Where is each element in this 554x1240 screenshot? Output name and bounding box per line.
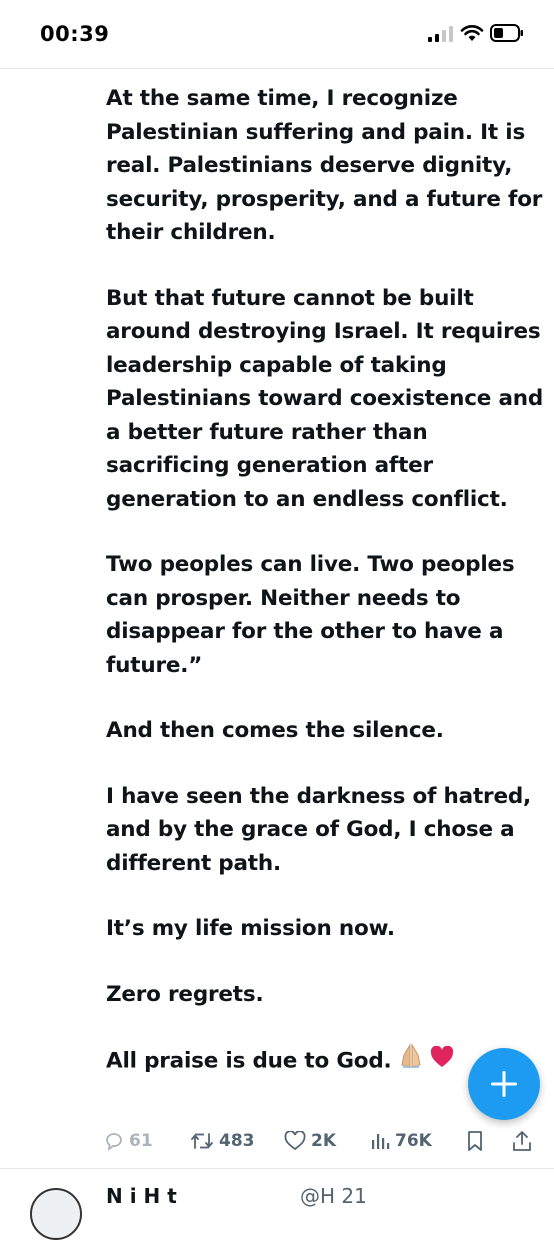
status-time: 00:39 [40, 22, 110, 46]
views-chart-icon [372, 1134, 390, 1149]
repost-icon [191, 1133, 213, 1149]
share-button[interactable] [512, 1126, 532, 1156]
tweet-paragraph: And then comes the silence. [106, 718, 444, 743]
cellular-signal-icon [428, 26, 453, 42]
tweet-paragraph: But that future cannot be built around d… [106, 285, 544, 512]
heart-icon [284, 1131, 306, 1151]
reply-count: 61 [129, 1131, 153, 1151]
views-count: 76K [395, 1131, 432, 1151]
tweet-paragraph: I have seen the darkness of hatred, and … [106, 783, 531, 876]
views-button[interactable]: 76K [370, 1126, 432, 1156]
tweet-action-bar: 61 483 2K 76K [104, 1126, 544, 1156]
folded-hands-icon [398, 1043, 424, 1080]
tweet-divider [0, 1168, 554, 1169]
tweet-paragraph: All praise is due to God. [106, 1048, 392, 1074]
red-heart-icon [430, 1045, 454, 1079]
tweet-paragraph: Zero regrets. [106, 981, 264, 1007]
tweet-body: At the same time, I recognize Palestinia… [106, 82, 546, 1112]
tweet-paragraph: It’s my life mission now. [106, 916, 395, 941]
plus-icon [491, 1071, 517, 1097]
reply-icon [106, 1133, 122, 1151]
tweet-paragraph: At the same time, I recognize Palestinia… [106, 86, 543, 245]
next-tweet-meta: @H 21 [300, 1184, 367, 1208]
bookmark-icon [468, 1131, 482, 1151]
reply-button[interactable]: 61 [104, 1126, 153, 1156]
compose-button[interactable] [468, 1048, 540, 1120]
status-bar: 00:39 [0, 0, 554, 69]
next-tweet-avatar[interactable] [30, 1188, 82, 1240]
next-tweet-author-name[interactable]: N i H t [106, 1184, 177, 1208]
battery-icon [490, 24, 523, 42]
like-count: 2K [311, 1131, 337, 1151]
repost-count: 483 [219, 1131, 255, 1151]
like-button[interactable]: 2K [284, 1126, 336, 1156]
bookmark-button[interactable] [466, 1126, 484, 1156]
tweet-paragraph: Two peoples can live. Two peoples can pr… [106, 552, 515, 678]
share-icon [513, 1131, 531, 1151]
wifi-icon [460, 25, 484, 41]
repost-button[interactable]: 483 [190, 1126, 255, 1156]
